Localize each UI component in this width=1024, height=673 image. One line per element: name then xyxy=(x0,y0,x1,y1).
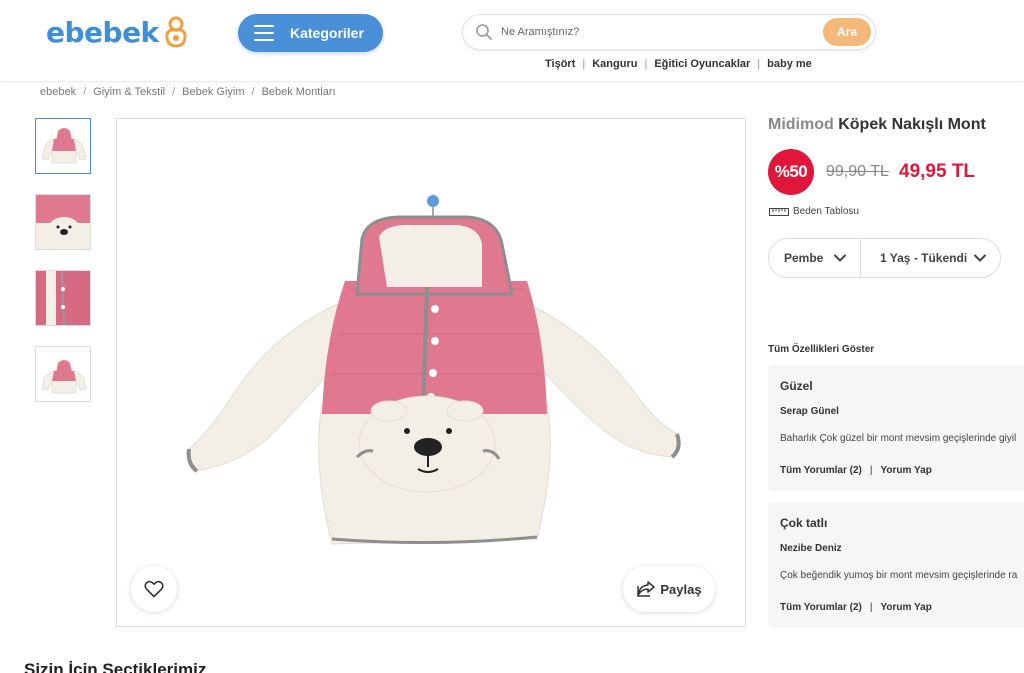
review-links: Tüm Yorumlar (2) | Yorum Yap xyxy=(780,465,932,476)
product-thumbnail-image xyxy=(36,119,90,173)
product-brand[interactable]: Midimod xyxy=(768,116,834,133)
size-chart-label: Beden Tablosu xyxy=(793,206,859,217)
quick-link-baby-me[interactable]: baby me xyxy=(767,58,812,70)
separator: | xyxy=(869,465,873,476)
ruler-icon xyxy=(769,207,789,216)
search-icon xyxy=(476,24,492,40)
favorite-button[interactable] xyxy=(131,566,177,612)
search-bar: Ara xyxy=(462,14,876,50)
breadcrumb-item[interactable]: Bebek Giyim xyxy=(182,86,244,98)
product-name: Köpek Nakışlı Mont xyxy=(838,116,986,133)
size-select-value: 1 Yaş - Tükendi xyxy=(880,251,968,265)
color-select[interactable]: Pembe xyxy=(768,238,861,278)
all-reviews-link[interactable]: Tüm Yorumlar (2) xyxy=(780,602,862,613)
variant-selectors: Pembe 1 Yaş - Tükendi xyxy=(768,238,1001,278)
color-select-value: Pembe xyxy=(784,251,824,265)
categories-button[interactable]: Kategoriler xyxy=(238,14,383,52)
review-title: Güzel xyxy=(780,379,813,393)
logo-text: ebebek xyxy=(46,15,159,49)
product-thumbnail-image xyxy=(36,347,90,401)
heart-icon xyxy=(144,580,164,598)
separator: | xyxy=(757,58,761,70)
main-product-image[interactable]: Paylaş xyxy=(116,118,746,627)
categories-label: Kategoriler xyxy=(290,25,364,41)
separator: | xyxy=(644,58,648,70)
quick-link-egitici-oyuncaklar[interactable]: Eğitici Oyuncaklar xyxy=(654,58,750,70)
site-header: ebebek Kategoriler Ara Tişört | Kanguru … xyxy=(0,0,1024,82)
share-label: Paylaş xyxy=(660,581,702,597)
product-thumbnail-image xyxy=(36,271,90,325)
size-chart-link[interactable]: Beden Tablosu xyxy=(769,206,859,217)
search-button[interactable]: Ara xyxy=(823,18,871,46)
breadcrumb-item[interactable]: Giyim & Tekstil xyxy=(93,86,165,98)
chevron-down-icon xyxy=(834,254,846,262)
review-author: Serap Günel xyxy=(780,406,839,417)
thumbnail-2[interactable] xyxy=(35,194,91,250)
search-input[interactable] xyxy=(501,26,801,38)
discount-badge: %50 xyxy=(768,149,814,195)
separator: | xyxy=(582,58,586,70)
product-title: Midimod Köpek Nakışlı Mont xyxy=(768,116,986,134)
write-review-link[interactable]: Yorum Yap xyxy=(880,602,931,613)
recommendations-title: Sizin İçin Seçtiklerimiz xyxy=(24,660,207,673)
jacket-illustration xyxy=(117,119,745,626)
review-author: Nezibe Deniz xyxy=(780,543,842,554)
old-price: 99,90 TL xyxy=(826,163,889,180)
chevron-down-icon xyxy=(974,254,986,262)
breadcrumb-item[interactable]: ebebek xyxy=(40,86,76,98)
new-price: 49,95 TL xyxy=(899,161,976,182)
all-features-link[interactable]: Tüm Özellikleri Göster xyxy=(768,344,874,355)
quick-links: Tişört | Kanguru | Eğitici Oyuncaklar | … xyxy=(545,58,812,70)
size-select[interactable]: 1 Yaş - Tükendi xyxy=(861,238,1001,278)
review-text: Çok beğendik yumoş bir mont mevsim geçiş… xyxy=(780,570,1018,581)
review-card: Çok tatlı Nezibe Deniz Çok beğendik yumo… xyxy=(768,502,1024,628)
review-text: Baharlık Çok güzel bir mont mevsim geçiş… xyxy=(780,433,1017,444)
breadcrumb-separator: / xyxy=(172,86,176,98)
all-reviews-link[interactable]: Tüm Yorumlar (2) xyxy=(780,465,862,476)
ebebek-logo[interactable]: ebebek xyxy=(46,14,191,50)
breadcrumb: ebebek / Giyim & Tekstil / Bebek Giyim /… xyxy=(40,86,336,98)
review-links: Tüm Yorumlar (2) | Yorum Yap xyxy=(780,602,932,613)
separator: | xyxy=(869,602,873,613)
thumbnail-list xyxy=(35,118,91,422)
logo-mark-icon xyxy=(165,16,187,48)
review-title: Çok tatlı xyxy=(780,516,828,530)
product-thumbnail-image xyxy=(36,195,90,249)
review-card: Güzel Serap Günel Baharlık Çok güzel bir… xyxy=(768,365,1024,491)
share-button[interactable]: Paylaş xyxy=(623,566,715,612)
breadcrumb-separator: / xyxy=(251,86,255,98)
share-icon xyxy=(637,581,656,597)
quick-link-kanguru[interactable]: Kanguru xyxy=(592,58,637,70)
hamburger-icon xyxy=(254,25,274,41)
write-review-link[interactable]: Yorum Yap xyxy=(880,465,931,476)
thumbnail-1[interactable] xyxy=(35,118,91,174)
breadcrumb-item[interactable]: Bebek Montları xyxy=(262,86,336,98)
breadcrumb-separator: / xyxy=(83,86,87,98)
quick-link-tisort[interactable]: Tişört xyxy=(545,58,575,70)
thumbnail-4[interactable] xyxy=(35,346,91,402)
thumbnail-3[interactable] xyxy=(35,270,91,326)
